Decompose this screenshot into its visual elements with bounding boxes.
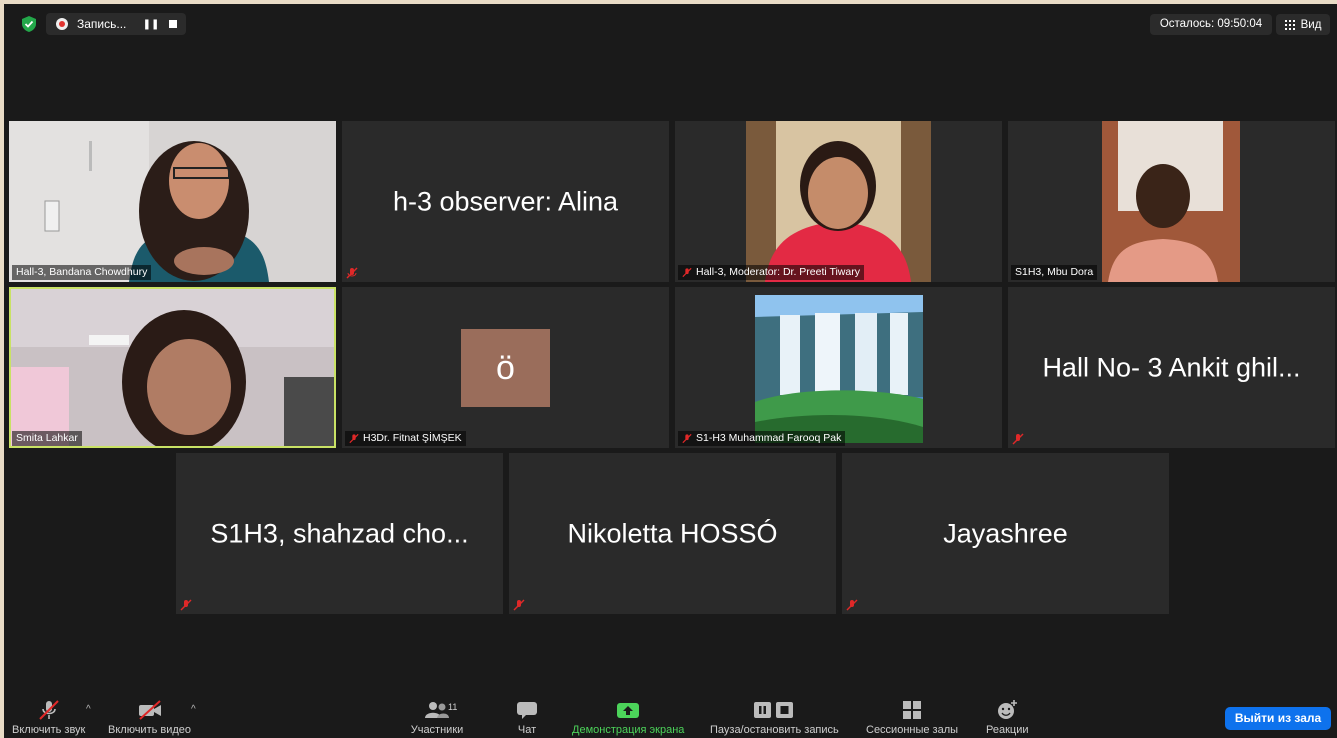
stop-recording-icon[interactable] [169,20,177,28]
grid-view-icon [1284,19,1295,30]
participant-name: Hall-3, Moderator: Dr. Preeti Tiwary [678,265,864,280]
participant-video [9,121,336,282]
time-remaining: Осталось: 09:50:04 [1150,14,1272,35]
participant-display-name: h-3 observer: Alina [392,186,619,216]
chat-button[interactable]: Чат [516,698,538,736]
pause-stop-recording-button[interactable]: Пауза/остановить запись [710,698,839,736]
participant-display-name: Hall No- 3 Ankit ghil... [1042,352,1301,382]
muted-mic-icon [846,599,858,611]
breakout-rooms-button[interactable]: Сессионные залы [866,698,958,736]
participant-video [1008,121,1335,282]
share-screen-label: Демонстрация экрана [572,724,685,736]
participant-display-name: Nikoletta HOSSÓ [567,518,778,548]
participant-name: S1H3, Mbu Dora [1011,265,1098,280]
participants-icon [424,698,450,722]
share-screen-button[interactable]: Демонстрация экрана [572,698,684,736]
video-tile[interactable]: S1H3, shahzad cho... [176,453,503,614]
share-screen-icon [616,698,640,722]
participant-display-name: Jayashree [943,518,1068,548]
participants-label: Участники [410,724,464,736]
record-dot-icon [56,18,68,30]
recording-label: Запись... [77,17,127,31]
shield-icon[interactable] [20,15,38,33]
video-tile[interactable]: Hall No- 3 Ankit ghil... [1008,287,1335,448]
top-bar: Запись... ❚❚ Осталось: 09:50:04 Вид [4,4,1337,42]
unmute-button[interactable]: Включить звук [12,698,85,736]
participant-display-name: S1H3, shahzad cho... [210,518,469,548]
video-tile[interactable]: Hall-3, Moderator: Dr. Preeti Tiwary [675,121,1002,282]
muted-microphone-icon [37,698,61,722]
video-off-icon [137,698,163,722]
participant-video [9,287,336,448]
start-video-label: Включить видео [108,724,192,736]
start-video-button[interactable]: Включить видео [108,698,191,736]
breakout-rooms-label: Сессионные залы [866,724,959,736]
muted-mic-icon [1012,433,1024,445]
avatar-letter: ö [496,349,515,387]
muted-mic-icon [349,433,359,444]
chat-label: Чат [517,724,537,736]
recording-indicator: Запись... ❚❚ [46,13,186,35]
participant-avatar: ö [461,329,550,407]
audio-options-caret-icon[interactable]: ^ [86,704,91,715]
meeting-window: Запись... ❚❚ Осталось: 09:50:04 Вид Hall… [4,4,1337,738]
participant-name: S1-H3 Muhammad Farooq Pak [678,431,846,446]
chat-bubble-icon [516,698,538,722]
view-button[interactable]: Вид [1276,14,1330,35]
pause-stop-icon [752,698,796,722]
video-tile[interactable]: Nikoletta HOSSÓ [509,453,836,614]
meeting-toolbar: Включить звук ^ Включить видео ^ 11 Учас… [4,694,1337,738]
leave-meeting-button[interactable]: Выйти из зала [1225,707,1331,730]
pause-recording-icon[interactable]: ❚❚ [141,19,161,30]
muted-mic-icon [682,267,692,278]
muted-mic-icon [682,433,692,444]
unmute-label: Включить звук [12,724,86,736]
participant-video [675,121,1002,282]
participant-name: H3Dr. Fitnat ŞİMŞEK [345,431,466,446]
video-tile-active-speaker[interactable]: Smita Lahkar [9,287,336,448]
participants-button[interactable]: 11 Участники [406,698,468,736]
video-tile[interactable]: S1H3, Mbu Dora [1008,121,1335,282]
participants-count: 11 [448,702,458,712]
muted-mic-icon [346,267,358,279]
reactions-label: Реакции [986,724,1029,736]
breakout-rooms-icon [901,698,923,722]
reactions-icon [995,698,1019,722]
participant-name: Smita Lahkar [12,431,82,446]
reactions-button[interactable]: Реакции [986,698,1029,736]
video-tile[interactable]: Hall-3, Bandana Chowdhury [9,121,336,282]
video-tile[interactable]: Jayashree [842,453,1169,614]
video-tile[interactable]: h-3 observer: Alina [342,121,669,282]
waterfall-picture [675,287,1002,448]
participant-name: Hall-3, Bandana Chowdhury [12,265,152,280]
pause-stop-label: Пауза/остановить запись [710,724,839,736]
video-options-caret-icon[interactable]: ^ [191,704,196,715]
view-label: Вид [1300,18,1322,31]
muted-mic-icon [513,599,525,611]
video-tile[interactable]: S1-H3 Muhammad Farooq Pak [675,287,1002,448]
muted-mic-icon [180,599,192,611]
video-tile[interactable]: ö H3Dr. Fitnat ŞİMŞEK [342,287,669,448]
